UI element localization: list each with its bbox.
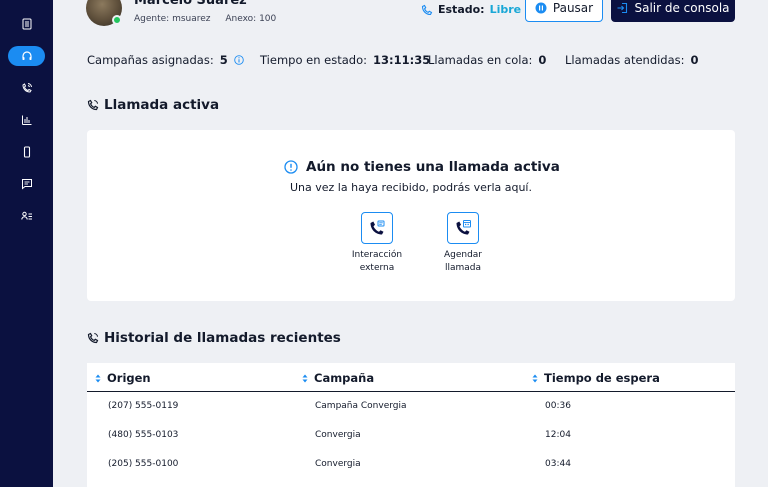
agent-username: Agente: msuarez bbox=[134, 14, 211, 24]
stat-campaigns: Campañas asignadas: 5 bbox=[87, 53, 244, 67]
online-status-dot bbox=[112, 15, 122, 25]
stat-queue-label: Llamadas en cola: bbox=[428, 53, 533, 67]
history-heading: Historial de llamadas recientes bbox=[87, 330, 341, 346]
sort-icon bbox=[95, 374, 101, 382]
history-table: Origen Campaña Tiempo de espera (207) 55… bbox=[87, 363, 735, 487]
active-call-heading: Llamada activa bbox=[87, 97, 219, 113]
empty-state-title: Aún no tienes una llamada activa bbox=[284, 159, 560, 175]
status-label: Estado: bbox=[438, 3, 485, 16]
stat-attended: Llamadas atendidas: 0 bbox=[565, 53, 699, 67]
empty-state-title-text: Aún no tienes una llamada activa bbox=[306, 159, 560, 175]
sidebar-item-console[interactable] bbox=[8, 46, 45, 66]
status-value: Libre bbox=[489, 3, 522, 16]
sidebar-item-calls[interactable] bbox=[8, 78, 45, 98]
phone-icon bbox=[87, 332, 99, 344]
pause-icon bbox=[535, 2, 547, 14]
mobile-icon bbox=[23, 146, 30, 158]
history-title: Historial de llamadas recientes bbox=[104, 330, 341, 346]
empty-state-subtitle: Una vez la haya recibido, podrás verla a… bbox=[290, 181, 532, 194]
column-header-campana[interactable]: Campaña bbox=[302, 371, 374, 385]
alert-icon bbox=[284, 160, 298, 174]
exit-console-button[interactable]: Salir de consola bbox=[611, 0, 735, 22]
cell-origen: (480) 555-0103 bbox=[108, 430, 179, 440]
agent-name: Marcelo Suárez bbox=[134, 0, 247, 8]
logout-icon bbox=[617, 2, 628, 14]
status-indicator: Estado: Libre bbox=[421, 3, 521, 16]
exit-console-button-label: Salir de consola bbox=[634, 1, 730, 15]
message-icon bbox=[21, 179, 32, 190]
phone-signal-icon bbox=[21, 83, 32, 93]
headset-icon bbox=[21, 51, 32, 60]
stat-time-in-state: Tiempo en estado: 13:11:35 bbox=[260, 53, 430, 67]
external-interaction-button[interactable] bbox=[361, 212, 393, 244]
pause-button[interactable]: Pausar bbox=[525, 0, 603, 22]
cell-origen: (207) 555-0119 bbox=[108, 401, 179, 411]
agent-extension: Anexo: 100 bbox=[225, 14, 277, 24]
pause-button-label: Pausar bbox=[552, 1, 594, 15]
stat-attended-value: 0 bbox=[690, 53, 699, 67]
stat-queue-value: 0 bbox=[538, 53, 547, 67]
table-header: Origen Campaña Tiempo de espera bbox=[87, 363, 735, 392]
stat-queue: Llamadas en cola: 0 bbox=[428, 53, 546, 67]
stat-time-value: 13:11:35 bbox=[373, 53, 431, 67]
sidebar-item-mobile[interactable] bbox=[8, 142, 45, 162]
phone-icon bbox=[421, 4, 433, 15]
sidebar-item-documents[interactable] bbox=[8, 14, 45, 34]
schedule-call-label: Agendar llamada bbox=[443, 250, 483, 273]
schedule-call-action[interactable]: Agendar llamada bbox=[428, 212, 498, 275]
external-interaction-action[interactable]: Interacción externa bbox=[342, 212, 412, 275]
document-icon bbox=[22, 18, 31, 30]
phone-icon bbox=[87, 99, 99, 111]
cell-tiempo: 00:36 bbox=[545, 401, 571, 411]
phone-forward-icon bbox=[370, 220, 385, 235]
sort-icon bbox=[302, 374, 308, 382]
bar-chart-icon bbox=[21, 115, 31, 125]
sidebar-item-reports[interactable] bbox=[8, 110, 45, 130]
cell-tiempo: 03:44 bbox=[545, 459, 571, 469]
stat-time-label: Tiempo en estado: bbox=[260, 53, 367, 67]
stat-campaigns-label: Campañas asignadas: bbox=[87, 53, 214, 67]
stat-campaigns-value: 5 bbox=[219, 53, 228, 67]
sidebar bbox=[0, 0, 53, 487]
cell-campana: Convergia bbox=[315, 459, 361, 469]
info-icon[interactable] bbox=[233, 55, 244, 65]
sort-icon bbox=[532, 374, 538, 382]
sidebar-item-contacts[interactable] bbox=[8, 206, 45, 226]
cell-campana: Campaña Convergia bbox=[315, 401, 407, 411]
column-header-tiempo-espera[interactable]: Tiempo de espera bbox=[532, 371, 660, 385]
agent-meta: Agente: msuarez Anexo: 100 bbox=[134, 14, 276, 24]
column-header-origen[interactable]: Origen bbox=[95, 371, 151, 385]
active-call-title: Llamada activa bbox=[104, 97, 220, 113]
cell-origen: (205) 555-0100 bbox=[108, 459, 179, 469]
user-list-icon bbox=[20, 211, 32, 220]
cell-campana: Convergia bbox=[315, 430, 361, 440]
sidebar-item-messages[interactable] bbox=[8, 174, 45, 194]
cell-tiempo: 12:04 bbox=[545, 430, 571, 440]
external-interaction-label: Interacción externa bbox=[351, 250, 403, 273]
phone-calendar-icon bbox=[456, 220, 471, 235]
schedule-call-button[interactable] bbox=[447, 212, 479, 244]
stat-attended-label: Llamadas atendidas: bbox=[565, 53, 685, 67]
